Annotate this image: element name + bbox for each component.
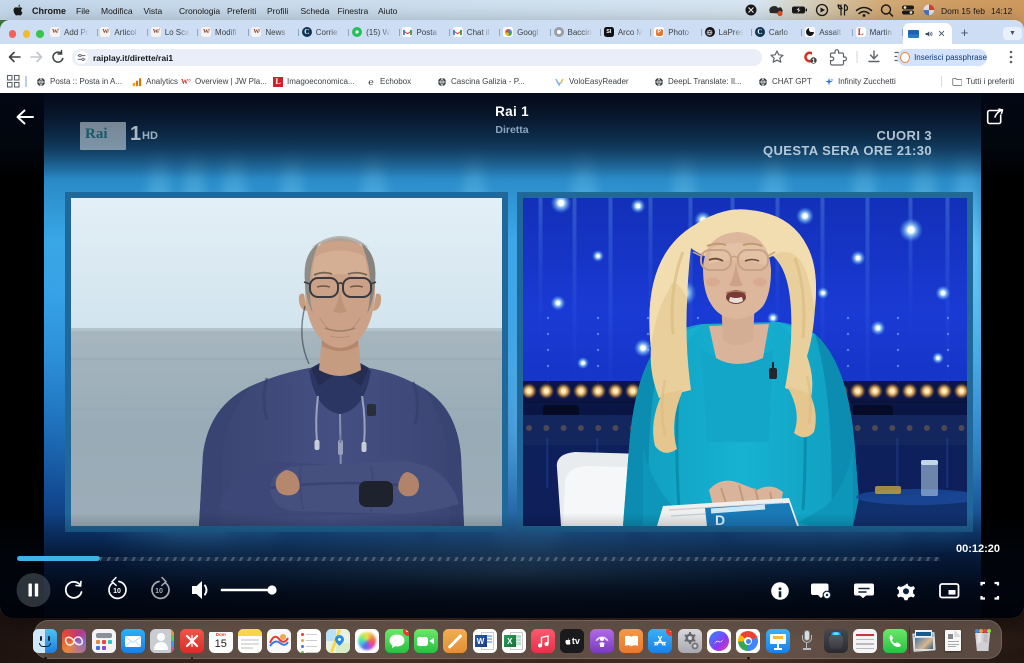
svg-text:10: 10 xyxy=(113,588,121,595)
svg-text:10: 10 xyxy=(155,588,163,595)
